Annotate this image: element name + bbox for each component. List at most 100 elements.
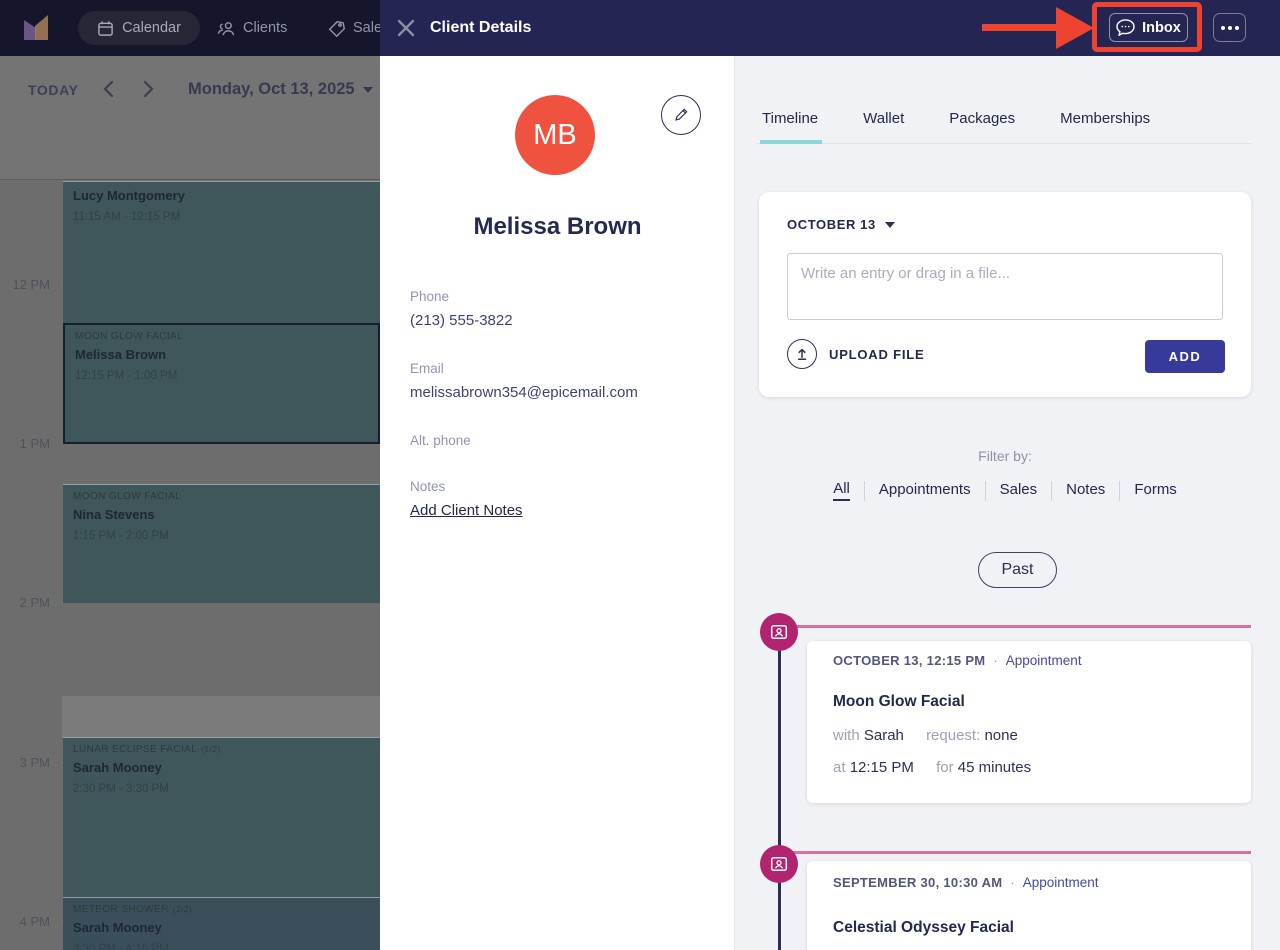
date-label: Monday, Oct 13, 2025 [188,80,355,98]
timeline-type: Appointment [1005,653,1082,668]
alt-phone-label: Alt. phone [410,433,471,448]
timeline-card[interactable]: SEPTEMBER 30, 10:30 AM · Appointment Cel… [807,861,1251,950]
panel-header: Client Details Inbox [380,0,1280,56]
nav-tab-calendar[interactable]: Calendar [78,11,200,45]
timeline-detail-row: at 12:15 PM for 45 minutes [833,759,1032,776]
upload-label: UPLOAD FILE [829,346,925,362]
timeline-date: OCTOBER 13, 12:15 PM [833,653,986,668]
schedule-gap-band [62,696,380,737]
more-options-button[interactable] [1213,13,1246,42]
today-button[interactable]: TODAY [28,82,78,98]
calendar-panel: TODAY Monday, Oct 13, 2025 12 PM 1 PM 2 … [0,56,380,950]
client-avatar: MB [515,95,595,175]
filter-all[interactable]: All [833,480,850,501]
filter-appointments[interactable]: Appointments [879,481,971,500]
email-value: melissabrown354@epicemail.com [410,384,638,401]
top-nav: Calendar Clients Sales Client Details [0,0,1280,56]
timeline-date: SEPTEMBER 30, 10:30 AM [833,875,1003,890]
timeline-card[interactable]: OCTOBER 13, 12:15 PM · Appointment Moon … [807,641,1251,803]
appointment-part-badge: (1/2) [201,744,221,754]
date-picker[interactable]: Monday, Oct 13, 2025 [188,80,373,99]
nav-tab-label: Calendar [122,20,181,36]
filter-by-label: Filter by: [978,448,1032,464]
appointment-client: Lucy Montgomery [73,188,185,203]
appointment-block[interactable]: MOON GLOW FACIAL Nina Stevens 1:15 PM - … [63,484,380,603]
filter-sales[interactable]: Sales [1000,481,1038,500]
prev-day-icon[interactable] [100,80,118,98]
next-day-icon[interactable] [139,80,157,98]
notes-label: Notes [410,479,446,494]
timeline-title: Celestial Odyssey Facial [833,919,1014,936]
appointment-block[interactable]: METEOR SHOWER (2/2) Sarah Mooney 3:30 PM … [63,897,380,950]
tab-wallet[interactable]: Wallet [863,110,904,127]
appointment-block[interactable]: LUNAR ECLIPSE FACIAL (1/2) Sarah Mooney 2… [63,737,380,897]
appointment-client: Melissa Brown [75,347,167,362]
sales-tag-icon [328,20,345,37]
past-button[interactable]: Past [978,552,1057,588]
timeline-connector-line [778,632,781,950]
add-entry-button[interactable]: ADD [1145,340,1225,373]
clients-icon [217,21,235,35]
chevron-down-icon [884,221,895,228]
appointment-part-badge: (2/2) [172,904,193,914]
nav-tab-sales[interactable]: Sales [328,11,380,45]
appointment-block-selected[interactable]: MOON GLOW FACIAL Melissa Brown 12:15 PM … [63,323,380,444]
tab-memberships[interactable]: Memberships [1060,110,1150,127]
entry-date-label: OCTOBER 13 [787,217,876,232]
appointment-entry-icon [760,845,798,883]
nav-tab-clients[interactable]: Clients [217,11,287,45]
client-details-panel: MB Melissa Brown Phone (213) 555-3822 Em… [380,56,735,950]
timeline-type: Appointment [1022,875,1099,890]
timeline-entry-topline [779,851,1251,854]
filter-options: All Appointments Sales Notes Forms [735,480,1275,501]
timeline-meta: OCTOBER 13, 12:15 PM · Appointment [833,653,1082,668]
appointment-service: MOON GLOW FACIAL [73,491,182,502]
appointment-client: Sarah Mooney [73,760,162,775]
client-name: Melissa Brown [473,213,642,240]
tab-timeline[interactable]: Timeline [759,110,823,144]
time-label: 2 PM [19,595,50,610]
inbox-button[interactable]: Inbox [1109,13,1188,42]
upload-icon [787,339,817,369]
chevron-down-icon [362,86,373,93]
dot-icon [1227,25,1232,30]
time-label: 12 PM [12,277,50,292]
close-icon[interactable] [396,18,416,38]
calendar-grid: 12 PM 1 PM 2 PM 3 PM 4 PM Lucy Montgomer… [0,181,380,950]
calendar-icon [98,20,113,36]
divider [1119,480,1121,501]
appointment-client: Sarah Mooney [73,920,162,935]
appointment-block[interactable]: Lucy Montgomery 11:15 AM - 12:15 PM [63,181,380,323]
phone-label: Phone [410,289,450,304]
filter-notes[interactable]: Notes [1066,481,1105,500]
appointment-service: MOON GLOW FACIAL [75,331,184,342]
edit-client-button[interactable] [661,95,701,135]
add-client-notes-link[interactable]: Add Client Notes [410,502,523,519]
timeline-detail-row: with Sarah request: none [833,727,1018,744]
appointment-client: Nina Stevens [73,507,155,522]
calendar-toolbar: TODAY Monday, Oct 13, 2025 [0,56,380,180]
tab-packages[interactable]: Packages [949,110,1015,127]
entry-input[interactable] [787,253,1223,320]
upload-file-button[interactable]: UPLOAD FILE [787,339,924,369]
client-timeline-panel: Timeline Wallet Packages Memberships OCT… [735,56,1280,950]
new-entry-card: OCTOBER 13 UPLOAD FILE ADD [759,192,1251,397]
divider [863,480,865,501]
time-label: 4 PM [19,914,50,929]
appointment-time: 11:15 AM - 12:15 PM [73,211,181,223]
main-nav: Calendar Clients Sales [0,0,380,56]
appointment-time: 2:30 PM - 3:30 PM [73,783,169,795]
app-logo-icon [24,15,48,40]
annotation-arrow-icon [982,7,1094,49]
timeline-meta: SEPTEMBER 30, 10:30 AM · Appointment [833,875,1099,890]
time-label: 3 PM [19,755,50,770]
appointment-time: 12:15 PM - 1:00 PM [75,370,178,382]
entry-date-dropdown[interactable]: OCTOBER 13 [787,217,895,232]
email-label: Email [410,361,444,376]
divider [984,480,986,501]
time-label: 1 PM [19,436,50,451]
appointment-time: 3:30 PM - 4:15 PM [73,943,169,950]
appointment-time: 1:15 PM - 2:00 PM [73,530,169,542]
app-screen: Calendar Clients Sales Client Details [0,0,1280,950]
filter-forms[interactable]: Forms [1134,481,1177,500]
